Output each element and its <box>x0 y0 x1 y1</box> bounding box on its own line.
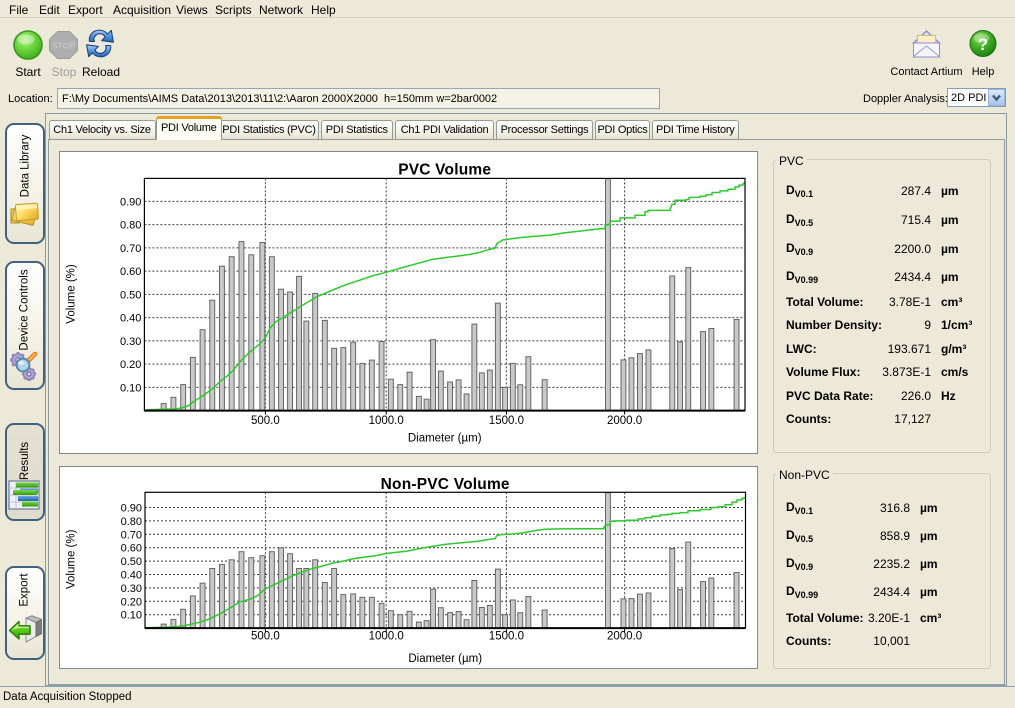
svg-text:0.10: 0.10 <box>121 609 142 621</box>
svg-text:0.30: 0.30 <box>120 336 141 348</box>
svg-text:1000.0: 1000.0 <box>369 630 404 642</box>
svg-text:0.20: 0.20 <box>120 359 141 371</box>
svg-text:2000.0: 2000.0 <box>607 415 642 427</box>
svg-text:0.70: 0.70 <box>121 529 142 541</box>
svg-text:0.20: 0.20 <box>121 596 142 608</box>
svg-text:0.50: 0.50 <box>121 556 142 568</box>
svg-text:0.90: 0.90 <box>120 196 141 208</box>
svg-text:Diameter (µm): Diameter (µm) <box>408 652 482 664</box>
svg-text:500.0: 500.0 <box>251 415 280 427</box>
svg-text:0.60: 0.60 <box>121 542 142 554</box>
svg-text:STOP: STOP <box>52 41 75 51</box>
svg-text:PVC Volume: PVC Volume <box>398 162 491 179</box>
svg-text:1000.0: 1000.0 <box>369 415 404 427</box>
svg-text:0.80: 0.80 <box>120 220 141 232</box>
svg-text:0.40: 0.40 <box>121 569 142 581</box>
svg-text:2000.0: 2000.0 <box>607 630 642 642</box>
svg-text:0.90: 0.90 <box>121 502 142 514</box>
svg-text:0.40: 0.40 <box>120 313 141 325</box>
svg-text:1500.0: 1500.0 <box>489 415 524 427</box>
svg-text:0.60: 0.60 <box>120 266 141 278</box>
svg-text:Volume (%): Volume (%) <box>66 264 78 324</box>
svg-text:0.80: 0.80 <box>121 516 142 528</box>
svg-text:1500.0: 1500.0 <box>489 630 524 642</box>
svg-text:0.10: 0.10 <box>120 382 141 394</box>
svg-text:0.70: 0.70 <box>120 243 141 255</box>
svg-text:Diameter (µm): Diameter (µm) <box>408 433 482 445</box>
svg-text:500.0: 500.0 <box>251 630 280 642</box>
svg-text:0.30: 0.30 <box>121 583 142 595</box>
svg-text:0.50: 0.50 <box>120 289 141 301</box>
svg-text:Non-PVC Volume: Non-PVC Volume <box>381 475 510 492</box>
svg-text:Volume (%): Volume (%) <box>66 529 78 589</box>
svg-text:?: ? <box>978 35 988 54</box>
